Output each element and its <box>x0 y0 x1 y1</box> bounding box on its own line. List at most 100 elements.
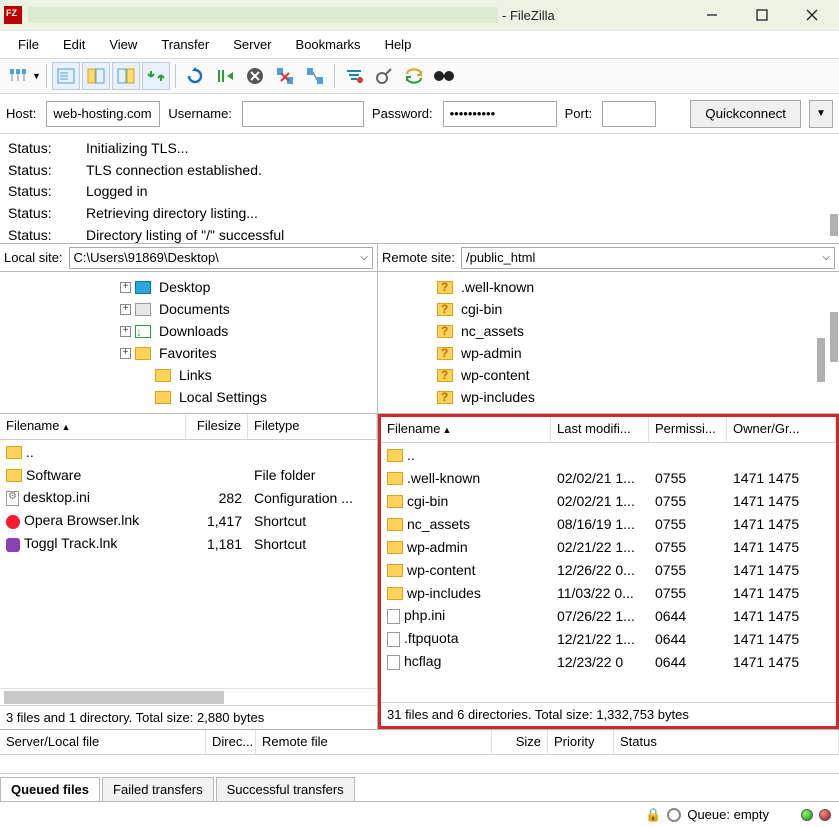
reconnect-icon[interactable] <box>301 62 329 90</box>
process-queue-icon[interactable] <box>211 62 239 90</box>
menu-bookmarks[interactable]: Bookmarks <box>284 33 373 56</box>
expander-icon[interactable]: + <box>120 326 131 337</box>
menu-server[interactable]: Server <box>221 33 283 56</box>
remote-site-combo[interactable]: /public_html⌵ <box>461 247 835 269</box>
search-icon[interactable] <box>430 62 458 90</box>
expander-icon[interactable]: + <box>120 304 131 315</box>
site-manager-dropdown[interactable]: ▼ <box>32 71 41 81</box>
tree-node[interactable]: wp-content <box>380 364 837 386</box>
tree-node[interactable]: + ↓Downloads <box>2 320 375 342</box>
toggle-remote-tree-icon[interactable] <box>112 62 140 90</box>
list-item[interactable]: .. <box>0 440 377 463</box>
remote-columns[interactable]: Filename▲ Last modifi... Permissi... Own… <box>381 417 836 443</box>
tree-node[interactable]: .well-known <box>380 276 837 298</box>
col-status[interactable]: Status <box>614 730 839 754</box>
tab-queued[interactable]: Queued files <box>0 777 100 801</box>
remote-tree[interactable]: .well-known cgi-binnc_assetswp-admin wp-co… <box>378 272 839 413</box>
filter-icon[interactable] <box>340 62 368 90</box>
local-site-combo[interactable]: C:\Users\91869\Desktop\⌵ <box>69 247 373 269</box>
close-button[interactable] <box>799 2 825 28</box>
scrollbar-thumb[interactable] <box>830 214 838 236</box>
tree-node[interactable]: Local Settings <box>2 386 375 408</box>
cancel-icon[interactable] <box>241 62 269 90</box>
refresh-icon[interactable] <box>181 62 209 90</box>
quickconnect-dropdown[interactable]: ▼ <box>809 100 833 128</box>
password-input[interactable] <box>443 101 557 127</box>
h-scrollbar[interactable] <box>0 688 377 705</box>
local-columns[interactable]: Filename▲ Filesize Filetype <box>0 414 377 440</box>
list-item[interactable]: Toggl Track.lnk1,181Shortcut <box>0 532 377 555</box>
toggle-log-icon[interactable] <box>52 62 80 90</box>
col-filename[interactable]: Filename <box>387 421 440 436</box>
username-input[interactable] <box>242 101 364 127</box>
tree-label: wp-content <box>461 367 529 383</box>
list-item[interactable]: SoftwareFile folder <box>0 463 377 486</box>
list-item[interactable]: desktop.ini282Configuration ... <box>0 486 377 509</box>
tree-node[interactable]: + Desktop <box>2 276 375 298</box>
chevron-down-icon: ⌵ <box>822 252 830 263</box>
log-pane[interactable]: Status:Initializing TLS... Status:TLS co… <box>0 134 839 244</box>
tree-node[interactable]: Links <box>2 364 375 386</box>
tree-node[interactable]: + Documents <box>2 298 375 320</box>
list-item[interactable]: .. <box>381 443 836 466</box>
disconnect-icon[interactable] <box>271 62 299 90</box>
menu-help[interactable]: Help <box>373 33 424 56</box>
compare-icon[interactable] <box>370 62 398 90</box>
menu-edit[interactable]: Edit <box>51 33 97 56</box>
col-priority[interactable]: Priority <box>548 730 614 754</box>
col-size[interactable]: Size <box>492 730 548 754</box>
port-input[interactable] <box>602 101 656 127</box>
list-item[interactable]: .well-known02/02/21 1...07551471 1475 <box>381 466 836 489</box>
tree-node[interactable]: nc_assets <box>380 320 837 342</box>
tab-failed[interactable]: Failed transfers <box>102 777 214 801</box>
col-filename[interactable]: Filename <box>6 418 59 433</box>
list-item[interactable]: cgi-bin02/02/21 1...07551471 1475 <box>381 489 836 512</box>
username-label: Username: <box>168 106 232 121</box>
expander-icon[interactable]: + <box>120 348 131 359</box>
toggle-local-tree-icon[interactable] <box>82 62 110 90</box>
list-item[interactable]: wp-includes11/03/22 0...07551471 1475 <box>381 581 836 604</box>
file-permissions: 0755 <box>649 492 727 510</box>
local-list[interactable]: ..SoftwareFile folderdesktop.ini282Confi… <box>0 440 377 564</box>
menu-view[interactable]: View <box>97 33 149 56</box>
list-item[interactable]: .ftpquota12/21/22 1...06441471 1475 <box>381 627 836 650</box>
menu-file[interactable]: File <box>6 33 51 56</box>
col-direction[interactable]: Direc... <box>206 730 256 754</box>
tab-successful[interactable]: Successful transfers <box>216 777 355 801</box>
list-item[interactable]: wp-admin02/21/22 1...07551471 1475 <box>381 535 836 558</box>
remote-list[interactable]: ...well-known02/02/21 1...07551471 1475c… <box>381 443 836 702</box>
tree-node[interactable]: + Favorites <box>2 342 375 364</box>
toggle-queue-icon[interactable] <box>142 62 170 90</box>
tree-node[interactable]: wp-admin <box>380 342 837 364</box>
host-input[interactable] <box>46 101 160 127</box>
transfer-columns[interactable]: Server/Local file Direc... Remote file S… <box>0 729 839 755</box>
col-remote-file[interactable]: Remote file <box>256 730 492 754</box>
lock-icon[interactable]: 🔒 <box>645 807 661 823</box>
scrollbar-thumb[interactable] <box>830 312 838 362</box>
file-permissions <box>649 454 727 456</box>
col-owner[interactable]: Owner/Gr... <box>727 417 836 442</box>
tree-node[interactable]: wp-includes <box>380 386 837 408</box>
col-server-local[interactable]: Server/Local file <box>0 730 206 754</box>
minimize-button[interactable] <box>699 2 725 28</box>
transfer-queue-body[interactable] <box>0 755 839 773</box>
list-item[interactable]: hcflag12/23/22 006441471 1475 <box>381 650 836 673</box>
list-item[interactable]: nc_assets08/16/19 1...07551471 1475 <box>381 512 836 535</box>
sync-browse-icon[interactable] <box>400 62 428 90</box>
col-modified[interactable]: Last modifi... <box>551 417 649 442</box>
col-filesize[interactable]: Filesize <box>186 414 248 439</box>
col-filetype[interactable]: Filetype <box>248 414 377 439</box>
maximize-button[interactable] <box>749 2 775 28</box>
list-item[interactable]: php.ini07/26/22 1...06441471 1475 <box>381 604 836 627</box>
status-circle-icon[interactable] <box>667 808 681 822</box>
tree-node[interactable]: cgi-bin <box>380 298 837 320</box>
quickconnect-button[interactable]: Quickconnect <box>690 100 801 128</box>
col-permissions[interactable]: Permissi... <box>649 417 727 442</box>
local-tree[interactable]: + Desktop+ Documents+ ↓Downloads+ Favori… <box>0 272 378 413</box>
site-manager-icon[interactable] <box>4 62 32 90</box>
menu-transfer[interactable]: Transfer <box>149 33 221 56</box>
list-item[interactable]: Opera Browser.lnk1,417Shortcut <box>0 509 377 532</box>
list-item[interactable]: wp-content12/26/22 0...07551471 1475 <box>381 558 836 581</box>
tree-label: .well-known <box>461 279 534 295</box>
expander-icon[interactable]: + <box>120 282 131 293</box>
